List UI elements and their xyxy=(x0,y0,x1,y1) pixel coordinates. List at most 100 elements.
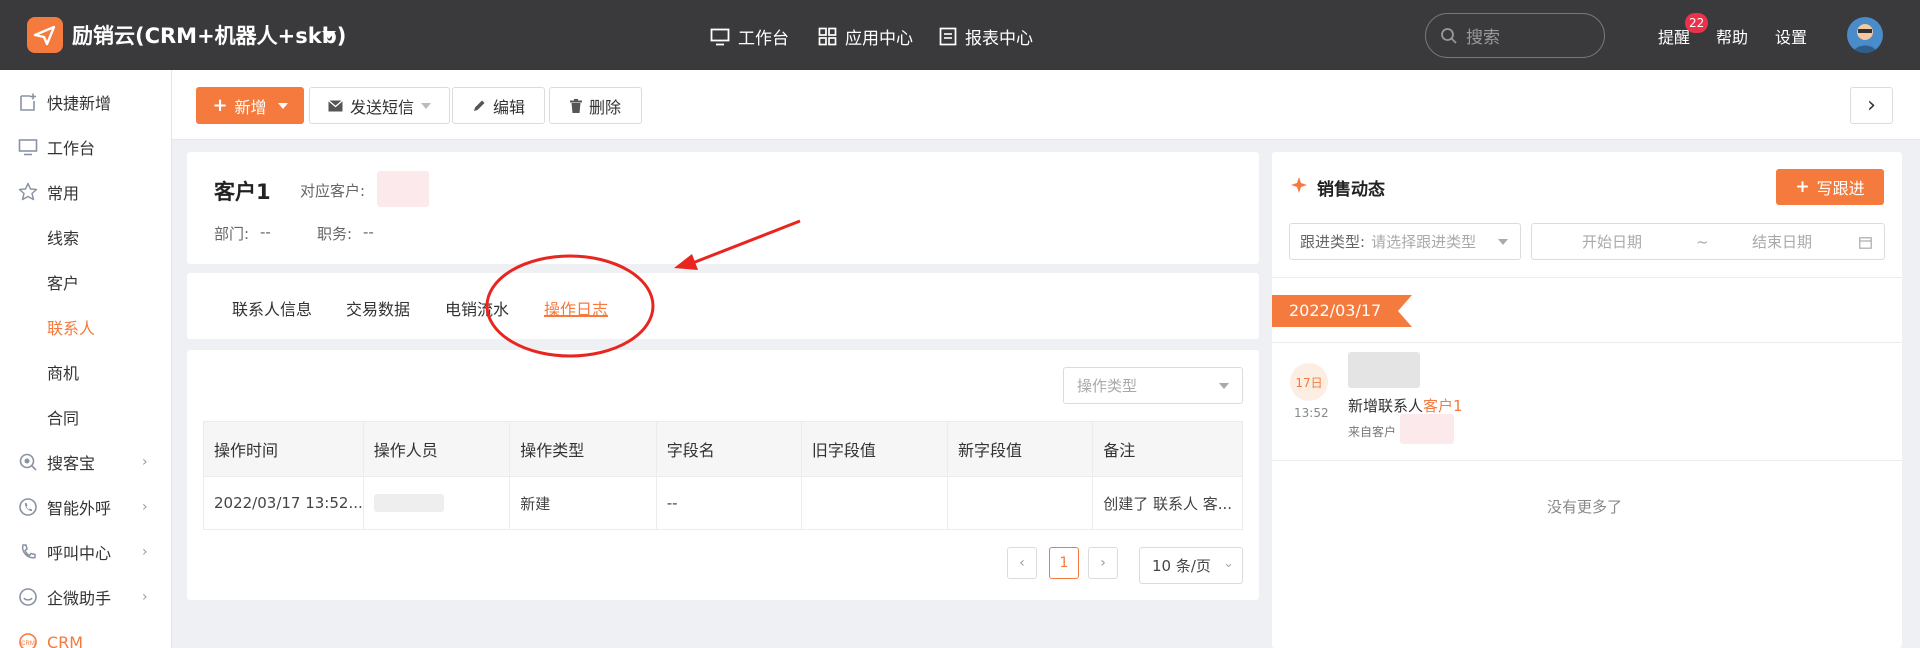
action-toolbar: + 新增 发送短信 编辑 删除 › xyxy=(172,70,1920,140)
user-avatar-icon xyxy=(1853,24,1877,53)
sidebar-item-label: 工作台 xyxy=(47,139,96,158)
send-sms-label: 发送短信 xyxy=(349,97,414,117)
customer-label: 对应客户: xyxy=(300,182,366,200)
logo-icon xyxy=(33,25,56,46)
help-link[interactable]: 帮助 xyxy=(1716,24,1748,48)
activity-text: 新增联系人客户1 xyxy=(1348,395,1463,416)
customer-name-redacted[interactable] xyxy=(377,171,429,207)
search-treasure-icon xyxy=(19,453,37,471)
search-placeholder: 搜索 xyxy=(1466,28,1500,48)
app-logo[interactable] xyxy=(27,17,63,53)
star-icon xyxy=(18,182,38,201)
sidebar: 快捷新增 工作台 常用 线索 客户 联系人 商机 合同 搜客宝 › 智能外呼 ›… xyxy=(0,70,172,648)
search-icon xyxy=(1441,27,1457,44)
nav-report-center[interactable]: 报表中心 xyxy=(939,24,1033,49)
column-header: 操作人员 xyxy=(362,421,511,477)
nav-workbench[interactable]: 工作台 xyxy=(710,24,789,49)
write-followup-button[interactable]: + 写跟进 xyxy=(1776,169,1884,205)
sidebar-item-label: 联系人 xyxy=(47,319,96,338)
sidebar-item-call-center[interactable]: 呼叫中心 › xyxy=(0,532,172,572)
start-date-input[interactable]: 开始日期 xyxy=(1582,231,1642,252)
department-label: 部门: xyxy=(214,225,250,243)
sidebar-item-label: 线索 xyxy=(47,229,80,248)
table-header-row: 操作时间 操作人员 操作类型 字段名 旧字段值 新字段值 备注 xyxy=(203,421,1243,477)
operation-type-select[interactable]: 操作类型 xyxy=(1063,367,1243,404)
new-button[interactable]: + 新增 xyxy=(196,87,304,124)
plus-icon: + xyxy=(1795,177,1810,197)
sidebar-item-label: 商机 xyxy=(47,364,80,383)
chevron-right-icon: › xyxy=(142,499,148,515)
settings-link[interactable]: 设置 xyxy=(1775,24,1807,48)
page-number-button[interactable]: 1 xyxy=(1049,547,1079,579)
monitor-icon xyxy=(18,139,38,156)
sidebar-item-label: 快捷新增 xyxy=(47,94,112,113)
sidebar-item-contracts[interactable]: 合同 xyxy=(0,397,172,437)
mail-icon xyxy=(328,99,343,111)
delete-button[interactable]: 删除 xyxy=(549,87,642,124)
cell-time: 2022/03/17 13:52... xyxy=(203,476,364,530)
crm-icon: CRM xyxy=(19,633,37,648)
chevron-down-icon xyxy=(1498,239,1508,245)
customer-name-redacted[interactable] xyxy=(1400,414,1454,444)
tab-transaction-data[interactable]: 交易数据 xyxy=(346,296,410,320)
add-note-icon xyxy=(20,93,36,111)
column-header: 操作类型 xyxy=(509,421,657,477)
sidebar-item-label: 客户 xyxy=(47,274,80,293)
sidebar-item-quick-add[interactable]: 快捷新增 xyxy=(0,82,172,122)
svg-text:CRM: CRM xyxy=(21,641,35,647)
collapse-panel-button[interactable]: › xyxy=(1850,87,1893,124)
call-center-icon xyxy=(21,544,36,559)
tab-telesales-flow[interactable]: 电销流水 xyxy=(445,296,509,320)
cell-remark: 创建了 联系人 客... xyxy=(1092,476,1243,530)
report-icon xyxy=(939,27,957,46)
new-button-label: 新增 xyxy=(234,97,267,117)
avatar[interactable] xyxy=(1847,17,1883,53)
sidebar-item-common[interactable]: 常用 xyxy=(0,172,172,212)
end-date-input[interactable]: 结束日期 xyxy=(1752,231,1812,252)
chevron-down-icon xyxy=(421,102,431,109)
sidebar-item-crm[interactable]: CRM CRM xyxy=(0,622,172,648)
app-title[interactable]: 励销云(CRM+机器人+skb) xyxy=(72,20,346,50)
sidebar-item-wecom-assistant[interactable]: 企微助手 › xyxy=(0,577,172,617)
sidebar-item-label: 智能外呼 xyxy=(47,499,112,518)
edit-button[interactable]: 编辑 xyxy=(452,87,545,124)
page-size-select[interactable]: 10 条/页 ⌄ xyxy=(1139,547,1243,584)
sidebar-item-contacts[interactable]: 联系人 xyxy=(0,307,172,347)
activity-prefix: 新增联系人 xyxy=(1348,397,1424,415)
prev-page-button[interactable]: ‹ xyxy=(1007,547,1037,579)
divider xyxy=(1272,277,1902,278)
divider xyxy=(1272,342,1902,343)
tab-contact-info[interactable]: 联系人信息 xyxy=(232,296,312,320)
app-switch-chevron-icon[interactable] xyxy=(322,31,336,39)
column-header: 操作时间 xyxy=(203,421,364,477)
sales-activity-title: 销售动态 xyxy=(1317,180,1385,200)
chevron-right-icon: › xyxy=(1100,555,1106,571)
followup-type-select[interactable]: 跟进类型: 请选择跟进类型 xyxy=(1289,223,1521,260)
trash-icon xyxy=(569,98,582,113)
sidebar-item-smart-call[interactable]: 智能外呼 › xyxy=(0,487,172,527)
sidebar-item-label: 搜客宝 xyxy=(47,454,96,473)
chevron-down-icon xyxy=(277,102,288,109)
activity-contact-link[interactable]: 客户1 xyxy=(1423,397,1463,415)
sidebar-item-search-treasure[interactable]: 搜客宝 › xyxy=(0,442,172,482)
chevron-down-icon: ⌄ xyxy=(1223,556,1234,571)
date-separator: ~ xyxy=(1696,232,1709,251)
sidebar-item-opportunities[interactable]: 商机 xyxy=(0,352,172,392)
activity-time: 13:52 xyxy=(1294,406,1329,420)
sidebar-item-label: 企微助手 xyxy=(47,589,112,608)
operation-log-table: 操作时间 操作人员 操作类型 字段名 旧字段值 新字段值 备注 2022/03/… xyxy=(203,421,1243,530)
next-page-button[interactable]: › xyxy=(1088,547,1118,579)
date-range-picker[interactable]: 开始日期 ~ 结束日期 xyxy=(1531,223,1885,260)
sidebar-item-leads[interactable]: 线索 xyxy=(0,217,172,257)
search-input[interactable]: 搜索 xyxy=(1425,13,1605,58)
sidebar-item-workbench[interactable]: 工作台 xyxy=(0,127,172,167)
nav-app-center[interactable]: 应用中心 xyxy=(818,24,913,49)
activity-icon xyxy=(1291,177,1307,193)
send-sms-button[interactable]: 发送短信 xyxy=(309,87,450,124)
date-tag: 2022/03/17 xyxy=(1289,301,1382,320)
column-header: 新字段值 xyxy=(947,421,1094,477)
chevron-left-icon: ‹ xyxy=(1019,555,1025,571)
sidebar-item-customers[interactable]: 客户 xyxy=(0,262,172,302)
nav-label: 工作台 xyxy=(738,29,789,49)
position-value: -- xyxy=(363,223,374,241)
